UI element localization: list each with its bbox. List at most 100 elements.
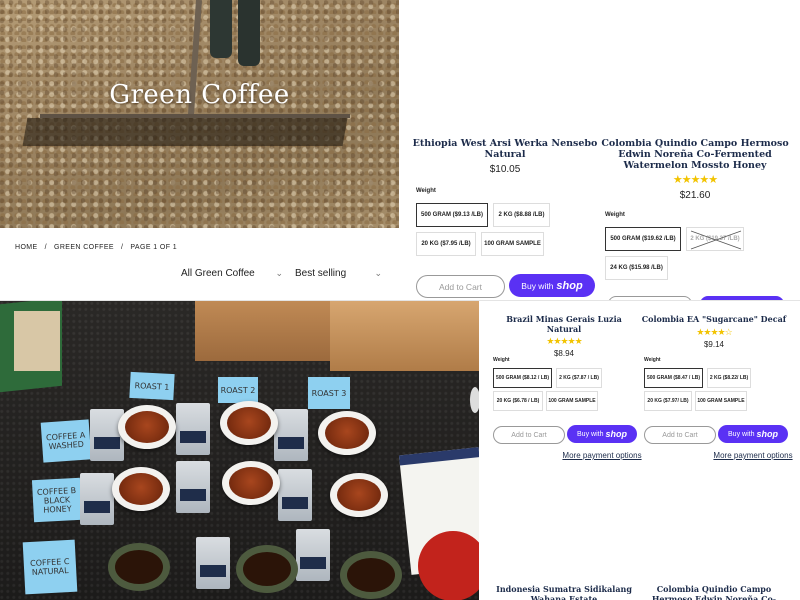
coffee-bag (176, 461, 210, 513)
more-payment-options-link[interactable]: More payment options (713, 450, 793, 462)
weight-option[interactable]: 500 GRAM ($19.62 /LB) (605, 227, 681, 251)
sticky-note: COFFEE B BLACK HONEY (31, 477, 83, 523)
cupping-photo: ROAST 1 ROAST 2 ROAST 3 COFFEE A WASHED … (0, 301, 479, 600)
weight-option[interactable]: 500 GRAM ($8.47 / LB) (644, 368, 703, 388)
buy-with-shop-button[interactable]: Buy with shop (567, 425, 637, 443)
weight-option[interactable]: 24 KG ($15.98 /LB) (605, 256, 668, 280)
weight-option[interactable]: 20 KG ($6.78 / LB) (493, 391, 543, 411)
product-card: Colombia Quindio Campo Hermoso Edwin Nor… (639, 584, 789, 600)
rating-stars: ★★★★☆ (696, 326, 732, 337)
front-window: ROAST 1 ROAST 2 ROAST 3 COFFEE A WASHED … (0, 300, 800, 600)
cupping-cup (112, 467, 170, 511)
shop-logo: shop (756, 429, 778, 439)
product-title[interactable]: Colombia Quindio Campo Hermoso Edwin Nor… (639, 584, 789, 600)
sort-select[interactable]: Best selling ⌄ (295, 268, 382, 279)
collection-title: Green Coffee (109, 80, 290, 110)
breadcrumb-separator: / (44, 244, 47, 251)
cupping-bowl (340, 551, 402, 599)
cupping-cup (330, 473, 388, 517)
shop-logo: shop (605, 429, 627, 439)
product-title[interactable]: Colombia Quindio Campo Hermoso Edwin Nor… (600, 138, 790, 171)
buy-with-label: Buy with (577, 430, 604, 438)
hero-banner: Green Coffee (0, 0, 399, 228)
product-card: Colombia Quindio Campo Hermoso Edwin Nor… (600, 138, 790, 201)
sticky-note: ROAST 3 (308, 377, 350, 409)
more-payment-options-link[interactable]: More payment options (562, 450, 642, 462)
buy-with-shop-button[interactable]: Buy with shop (509, 274, 595, 297)
cupping-cup (220, 401, 278, 445)
sticky-note: ROAST 2 (218, 377, 258, 403)
rating-stars: ★★★★★ (672, 174, 718, 186)
product-title[interactable]: Indonesia Sumatra Sidikalang Wahana Esta… (489, 584, 639, 600)
weight-label: Weight (416, 188, 436, 194)
chevron-down-icon: ⌄ (374, 268, 382, 278)
weight-option[interactable]: 20 KG ($7.95 /LB) (416, 232, 476, 256)
weight-option[interactable]: 100 GRAM SAMPLE (481, 232, 544, 256)
product-price: $8.94 (553, 349, 575, 358)
coffee-bag (278, 469, 312, 521)
coffee-bag (296, 529, 330, 581)
weight-label: Weight (493, 357, 510, 363)
product-card: Ethiopia West Arsi Werka Nensebo Natural… (410, 138, 600, 175)
cupping-cup (318, 411, 376, 455)
coffee-bag (274, 409, 308, 461)
weight-option[interactable]: 100 GRAM SAMPLE (695, 391, 747, 411)
weight-option[interactable]: 100 GRAM SAMPLE (546, 391, 598, 411)
rating-stars: ★★★★★ (546, 336, 582, 346)
back-window: Green Coffee HOME / GREEN COFFEE / PAGE … (0, 0, 800, 300)
sticky-note: ROAST 1 (129, 371, 175, 401)
cupping-bowl (108, 543, 170, 591)
weight-option[interactable]: 2 KG ($7.87 / LB) (556, 368, 602, 388)
weight-option[interactable]: 500 GRAM ($9.13 /LB) (416, 203, 488, 227)
coffee-bag (80, 473, 114, 525)
breadcrumb: HOME / GREEN COFFEE / PAGE 1 OF 1 (15, 244, 177, 251)
coffee-bag (176, 403, 210, 455)
product-card: Brazil Minas Gerais Luzia Natural ★★★★★ … (489, 314, 639, 358)
coffee-bag (90, 409, 124, 461)
product-card: Indonesia Sumatra Sidikalang Wahana Esta… (489, 584, 639, 600)
product-price: $9.14 (703, 339, 725, 349)
buy-with-shop-button[interactable]: Buy with shop (718, 425, 788, 443)
weight-option[interactable]: 2 KG ($8.88 /LB) (493, 203, 550, 227)
weight-label: Weight (605, 212, 625, 218)
breadcrumb-page: PAGE 1 OF 1 (130, 244, 178, 251)
shop-logo: shop (556, 279, 583, 292)
ceramic-handle (470, 387, 479, 413)
weight-label: Weight (644, 357, 661, 363)
collection-filter-value: All Green Coffee (181, 268, 255, 279)
buy-with-label: Buy with (521, 280, 554, 291)
add-to-cart-button[interactable]: Add to Cart (416, 275, 505, 298)
cupping-bowl (236, 545, 298, 593)
weight-option-unavailable[interactable]: 2 KG ($19.37 /LB) (686, 227, 744, 251)
breadcrumb-separator: / (121, 244, 124, 251)
product-title[interactable]: Brazil Minas Gerais Luzia Natural (489, 314, 639, 334)
weight-option[interactable]: 500 GRAM ($8.12 / LB) (493, 368, 552, 388)
cupping-cup (222, 461, 280, 505)
box-panel (14, 311, 60, 371)
collection-filter-select[interactable]: All Green Coffee ⌄ (181, 268, 283, 279)
breadcrumb-home[interactable]: HOME (15, 244, 38, 251)
chevron-down-icon: ⌄ (275, 268, 283, 278)
product-price: $21.60 (679, 190, 711, 201)
weight-option[interactable]: 20 KG ($7.97/ LB) (644, 391, 692, 411)
weight-option[interactable]: 2 KG ($8.22/ LB) (707, 368, 751, 388)
cupping-cup (118, 405, 176, 449)
buy-with-label: Buy with (728, 430, 755, 438)
add-to-cart-button[interactable]: Add to Cart (644, 426, 716, 444)
sort-value: Best selling (295, 268, 347, 279)
breadcrumb-collection[interactable]: GREEN COFFEE (54, 244, 114, 251)
product-price: $10.05 (489, 164, 521, 175)
knife-block (330, 301, 479, 371)
add-to-cart-button[interactable]: Add to Cart (493, 426, 565, 444)
unavailable-strike-icon (690, 230, 742, 250)
boot-left (210, 0, 232, 58)
coffee-bag (196, 537, 230, 589)
sticky-note: COFFEE A WASHED (40, 419, 92, 463)
kitchen-scale (418, 531, 479, 600)
product-title[interactable]: Colombia EA "Sugarcane" Decaf (639, 314, 789, 325)
sticky-note: COFFEE C NATURAL (22, 539, 78, 595)
rake-shadow (22, 118, 348, 146)
product-title[interactable]: Ethiopia West Arsi Werka Nensebo Natural (410, 138, 600, 160)
product-card: Colombia EA "Sugarcane" Decaf ★★★★☆ $9.1… (639, 314, 789, 349)
boot-right (238, 0, 260, 66)
